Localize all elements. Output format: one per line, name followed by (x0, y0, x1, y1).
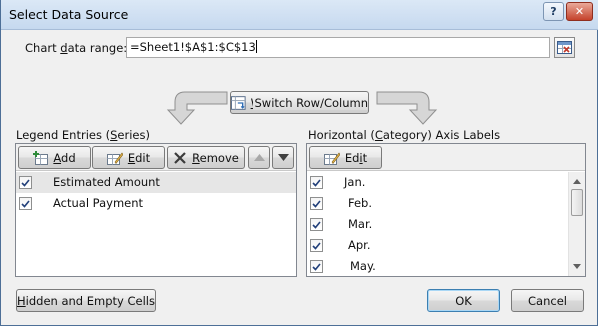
category-row-apr[interactable]: Apr. (307, 235, 569, 256)
cancel-button[interactable]: Cancel (511, 289, 584, 312)
curved-arrow-right-icon (376, 91, 438, 125)
category-label: Apr. (348, 238, 371, 252)
close-button[interactable]: ✕ (566, 2, 593, 21)
move-up-button[interactable] (248, 146, 270, 169)
select-data-source-dialog: Select Data Source ? ✕ Chart data range:… (0, 0, 598, 326)
legend-toolbar: Add Edit Remove (16, 144, 296, 171)
series-checkbox-estimated-amount[interactable] (19, 176, 32, 189)
category-label: May. (350, 259, 376, 273)
category-row-may[interactable]: May. (307, 256, 569, 277)
help-icon: ? (550, 5, 557, 18)
switch-row-column-button[interactable]: WSwitch Row/Column (230, 91, 369, 114)
category-scrollbar[interactable] (568, 172, 585, 276)
checkmark-icon (21, 199, 30, 208)
scroll-thumb[interactable] (571, 189, 583, 216)
category-row-mar[interactable]: Mar. (307, 214, 569, 235)
category-checkbox-mar[interactable] (310, 218, 323, 231)
axis-toolbar: Edit (307, 144, 585, 171)
series-row-estimated-amount[interactable]: Estimated Amount (16, 172, 296, 193)
range-select-icon (557, 41, 572, 54)
switch-icon (231, 95, 246, 110)
add-icon (33, 150, 49, 165)
remove-x-icon (174, 151, 186, 164)
remove-series-button[interactable]: Remove (167, 146, 245, 169)
ok-button[interactable]: OK (427, 289, 500, 312)
hidden-empty-cells-button[interactable]: Hidden and Empty Cells (16, 289, 156, 312)
edit-axis-labels-button[interactable]: Edit (309, 146, 382, 169)
category-row-jan[interactable]: Jan. (307, 172, 569, 193)
legend-entries-title: Legend Entries (Series) (16, 128, 150, 142)
series-label: Actual Payment (53, 196, 144, 210)
add-series-button[interactable]: Add (18, 146, 91, 169)
category-label: Feb. (348, 196, 373, 210)
category-checkbox-feb[interactable] (310, 197, 323, 210)
checkmark-icon (312, 178, 321, 187)
move-down-button[interactable] (272, 146, 294, 169)
series-label: Estimated Amount (53, 175, 160, 189)
category-checkbox-apr[interactable] (310, 239, 323, 252)
checkmark-icon (312, 241, 321, 250)
category-checkbox-jan[interactable] (310, 176, 323, 189)
curved-arrow-left-icon (166, 91, 228, 125)
axis-labels-title: Horizontal (Category) Axis Labels (308, 128, 501, 142)
axis-labels-panel: Edit Jan. Feb. Mar. Apr. May. (306, 143, 586, 277)
series-checkbox-actual-payment[interactable] (19, 197, 32, 210)
help-button[interactable]: ? (543, 2, 564, 21)
category-checkbox-may[interactable] (310, 260, 323, 273)
checkmark-icon (312, 220, 321, 229)
category-label: Jan. (344, 175, 366, 189)
scroll-up-icon[interactable] (573, 179, 581, 184)
window-title: Select Data Source (9, 7, 129, 22)
chart-data-range-label: Chart data range: (25, 41, 128, 55)
title-bar[interactable]: Select Data Source ? ✕ (1, 0, 598, 30)
close-icon: ✕ (574, 5, 585, 18)
edit-series-button[interactable]: Edit (92, 146, 165, 169)
edit-icon (323, 151, 340, 165)
series-row-actual-payment[interactable]: Actual Payment (16, 193, 296, 214)
checkmark-icon (312, 199, 321, 208)
scroll-down-icon[interactable] (573, 264, 581, 269)
legend-entries-panel: Add Edit Remove Estimated Amount Actual … (15, 143, 297, 277)
chart-data-range-input[interactable]: =Sheet1!$A$1:$C$13 (126, 37, 550, 58)
category-row-feb[interactable]: Feb. (307, 193, 569, 214)
checkmark-icon (21, 178, 30, 187)
checkmark-icon (312, 262, 321, 271)
move-up-icon (253, 154, 265, 161)
edit-icon (106, 151, 123, 165)
category-label: Mar. (348, 217, 373, 231)
move-down-icon (277, 154, 289, 161)
range-collapse-button[interactable] (554, 37, 575, 58)
